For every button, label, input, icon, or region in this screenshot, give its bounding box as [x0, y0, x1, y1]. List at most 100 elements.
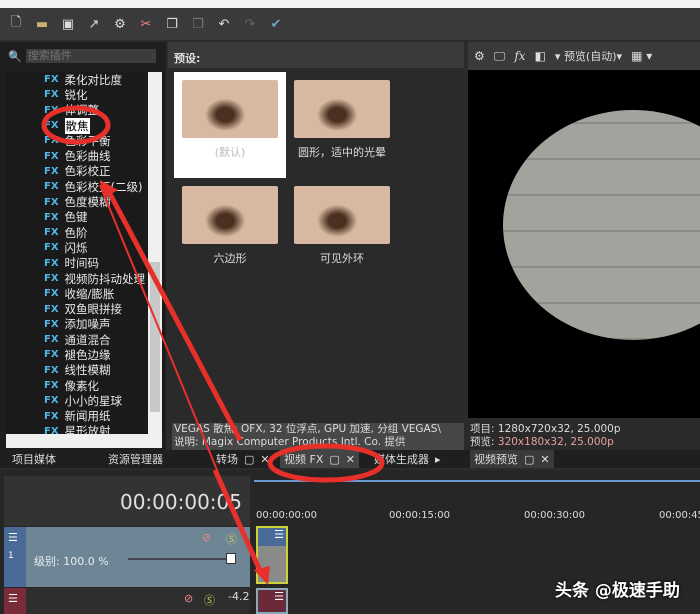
mute-icon[interactable]: ⊘	[202, 531, 211, 544]
close-icon[interactable]: ✕	[260, 453, 269, 466]
plugin-item[interactable]: FX 星形放射	[6, 424, 164, 434]
scroll-thumb[interactable]	[150, 262, 160, 412]
preview-image	[503, 110, 700, 340]
plugin-item[interactable]: FX 线性模糊	[6, 363, 164, 378]
settings-icon[interactable]: ⚙	[474, 49, 485, 63]
tree-horizontal-scrollbar[interactable]	[6, 434, 162, 448]
track-volume-label: -4.2	[228, 590, 250, 603]
level-slider-handle[interactable]	[226, 553, 236, 564]
ruler-tick-label: 00:00:15:00	[389, 510, 451, 521]
grid-icon[interactable]: ▦ ▾	[631, 49, 652, 63]
plugin-item[interactable]: FX 色彩校正	[6, 164, 164, 179]
preset-thumbnail	[294, 186, 390, 244]
plugin-item[interactable]: FX 色彩平衡	[6, 133, 164, 148]
plugin-item[interactable]: FX 新闻用纸	[6, 409, 164, 424]
tab-video-preview[interactable]: 视频预览 ▢ ✕	[470, 450, 554, 468]
track-handle[interactable]: ☰ 1	[4, 527, 26, 587]
close-icon[interactable]: ✕	[540, 453, 549, 466]
preset-circle[interactable]: 圆形，适中的光晕	[286, 72, 398, 178]
time-ruler[interactable]: 00:00:00:00 00:00:15:00 00:00:30:00 00:0…	[254, 510, 700, 526]
plugin-item[interactable]: FX 收缩/膨胀	[6, 286, 164, 301]
solo-icon[interactable]: Ⓢ	[204, 592, 215, 608]
preview-info: 项目: 1280x720x32, 25.000p 预览: 320x180x32,…	[470, 423, 621, 449]
clip-menu-icon[interactable]: ☰	[258, 528, 286, 546]
preset-default[interactable]: (默认)	[174, 72, 286, 178]
plugin-item[interactable]: FX 锐化	[6, 87, 164, 102]
preset-hexagon[interactable]: 六边形	[174, 178, 286, 284]
undo-icon[interactable]: ↶	[216, 16, 232, 32]
plugin-item[interactable]: FX 时间码	[6, 256, 164, 271]
plugin-item[interactable]: FX 体调整	[6, 103, 164, 118]
tab-media-generators[interactable]: 媒体生成器 ▸	[370, 450, 445, 468]
close-icon[interactable]: ✕	[346, 453, 355, 466]
main-toolbar: 🗋 ▬ ▣ ↗ ⚙ ✂ ❐ ❐ ↶ ↷ ✔	[0, 8, 700, 40]
plugin-item[interactable]: FX 像素化	[6, 378, 164, 393]
render-icon[interactable]: ↗	[86, 16, 102, 32]
menu-icon[interactable]: ☰	[8, 531, 18, 544]
cut-icon[interactable]: ✂	[138, 16, 154, 32]
plugin-item-label: 添加噪声	[64, 317, 111, 332]
redo-icon[interactable]: ↷	[242, 16, 258, 32]
fx-icon: FX	[44, 165, 59, 177]
open-icon[interactable]: ▬	[34, 16, 50, 32]
plugin-item[interactable]: FX 双鱼眼拼接	[6, 301, 164, 316]
mute-icon[interactable]: ⊘	[184, 592, 193, 605]
plugin-item-label: 收缩/膨胀	[64, 286, 115, 301]
video-preview-panel: ⚙ 🖵 fx ◧ ▾ 预览(自动)▾ ▦ ▾ 项目: 1280x720x32, …	[468, 42, 700, 450]
fx-icon: FX	[44, 242, 59, 254]
ruler-tick-label: 00:00:45	[659, 510, 700, 521]
plugin-item[interactable]: FX 添加噪声	[6, 317, 164, 332]
maximize-icon[interactable]: ▢	[329, 453, 339, 466]
paste-icon[interactable]: ❐	[190, 16, 206, 32]
preset-outer-ring[interactable]: 可见外环	[286, 178, 398, 284]
fx-icon: FX	[44, 349, 59, 361]
plugin-item[interactable]: FX 褪色边缘	[6, 347, 164, 362]
audio-clip[interactable]: ☰	[256, 588, 288, 614]
track-handle[interactable]: ☰	[4, 588, 26, 614]
plugin-item[interactable]: FX 色彩曲线	[6, 148, 164, 163]
copy-icon[interactable]: ❐	[164, 16, 180, 32]
fx-icon[interactable]: fx	[514, 49, 525, 63]
split-screen-icon[interactable]: ◧	[535, 49, 546, 63]
external-monitor-icon[interactable]: 🖵	[494, 49, 506, 64]
solo-icon[interactable]: Ⓢ	[226, 531, 237, 547]
tab-scroll-right-icon[interactable]: ▸	[435, 453, 441, 466]
check-icon[interactable]: ✔	[268, 16, 284, 32]
plugin-item[interactable]: FX 通道混合	[6, 332, 164, 347]
fx-icon: FX	[44, 74, 59, 86]
plugin-panel: 🔍 FX 柔化对比度 FX 锐化 FX 体调整 FX 散焦 FX 色彩平衡 FX 色彩曲线 FX 色彩校正…	[0, 42, 166, 450]
plugin-item[interactable]: FX 色键	[6, 210, 164, 225]
maximize-icon[interactable]: ▢	[524, 453, 534, 466]
plugin-item-label: 柔化对比度	[64, 72, 123, 87]
plugin-item[interactable]: FX 散焦	[6, 117, 164, 134]
plugin-item[interactable]: FX 柔化对比度	[6, 72, 164, 87]
video-clip[interactable]: ☰	[256, 526, 288, 584]
tab-video-fx[interactable]: 视频 FX ▢ ✕	[280, 450, 359, 468]
plugin-item-label: 色彩校正	[64, 164, 111, 179]
tab-project-media[interactable]: 项目媒体	[8, 450, 60, 468]
plugin-item-label: 小小的星球	[64, 393, 123, 408]
video-track-header[interactable]: ☰ 1 ⊘ Ⓢ 级别: 100.0 %	[4, 527, 250, 587]
plugin-item-label: 褪色边缘	[64, 348, 111, 362]
fx-icon: FX	[44, 89, 59, 101]
tab-explorer[interactable]: 资源管理器	[104, 450, 167, 468]
menu-icon[interactable]: ☰	[8, 592, 18, 605]
plugin-item[interactable]: FX 色度模糊	[6, 194, 164, 209]
plugin-item[interactable]: FX 闪烁	[6, 240, 164, 255]
plugin-item[interactable]: FX 视频防抖动处理	[6, 271, 164, 286]
level-slider[interactable]	[128, 558, 234, 560]
preset-thumbnail	[182, 186, 278, 244]
audio-track-header[interactable]: ☰ ⊘ Ⓢ -4.2	[4, 588, 250, 614]
search-input[interactable]	[25, 49, 156, 63]
preview-quality-dropdown[interactable]: ▾ 预览(自动)▾	[555, 48, 622, 64]
settings-icon[interactable]: ⚙	[112, 16, 128, 32]
plugin-item-label: 色彩平衡	[64, 133, 111, 148]
tab-transitions[interactable]: 转场 ▢ ✕	[212, 450, 274, 468]
maximize-icon[interactable]: ▢	[244, 453, 254, 466]
plugin-item[interactable]: FX 色彩校正(二级)	[6, 179, 164, 194]
save-icon[interactable]: ▣	[60, 16, 76, 32]
timeline-overview-bar[interactable]	[254, 480, 700, 482]
plugin-item[interactable]: FX 色阶	[6, 225, 164, 240]
new-icon[interactable]: 🗋	[8, 15, 24, 32]
plugin-item[interactable]: FX 小小的星球	[6, 393, 164, 408]
